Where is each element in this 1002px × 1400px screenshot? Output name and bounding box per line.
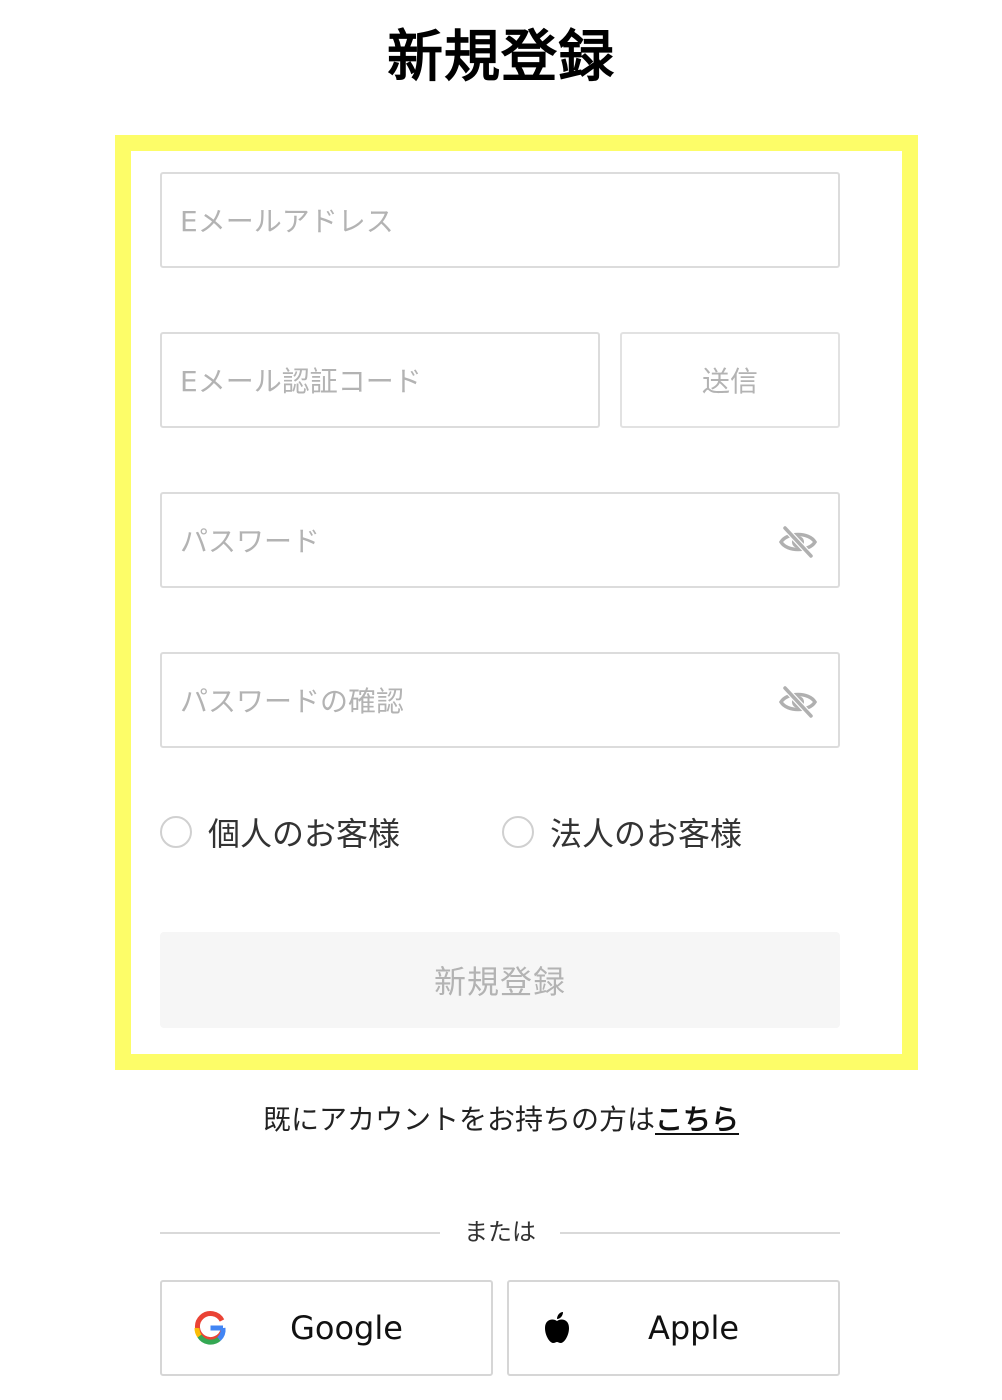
- login-link[interactable]: こちら: [655, 1103, 739, 1136]
- send-code-button[interactable]: 送信: [620, 332, 840, 428]
- eye-slash-icon[interactable]: [778, 682, 818, 722]
- login-prompt: 既にアカウントをお持ちの方はこちら: [0, 1098, 1002, 1142]
- password-confirm-input[interactable]: パスワードの確認: [160, 652, 840, 748]
- page-title: 新規登録: [387, 25, 615, 90]
- divider-label: または: [464, 1218, 536, 1246]
- verification-code-input[interactable]: Eメール認証コード: [160, 332, 600, 428]
- highlight-frame: [115, 135, 918, 1070]
- register-submit-button[interactable]: 新規登録: [160, 932, 840, 1028]
- radio-label-individual: 個人のお客様: [208, 815, 401, 853]
- password-placeholder: パスワード: [180, 525, 321, 558]
- apple-logo-icon: [545, 1312, 569, 1343]
- eye-slash-icon[interactable]: [778, 522, 818, 562]
- login-prompt-text: 既にアカウントをお持ちの方は: [262, 1103, 655, 1136]
- password-input[interactable]: パスワード: [160, 492, 840, 588]
- radio-circle[interactable]: [160, 816, 192, 848]
- radio-circle[interactable]: [502, 816, 534, 848]
- divider-right: [560, 1232, 840, 1234]
- apple-signin-button[interactable]: Apple: [507, 1280, 840, 1376]
- google-logo-icon: [194, 1311, 226, 1345]
- radio-label-corporate: 法人のお客様: [550, 815, 743, 853]
- radio-corporate-customer[interactable]: 法人のお客様: [502, 810, 742, 854]
- google-signin-button[interactable]: Google: [160, 1280, 493, 1376]
- email-input[interactable]: Eメールアドレス: [160, 172, 840, 268]
- email-placeholder: Eメールアドレス: [180, 205, 394, 238]
- password-confirm-placeholder: パスワードの確認: [180, 685, 405, 718]
- radio-individual-customer[interactable]: 個人のお客様: [160, 810, 400, 854]
- divider-left: [160, 1232, 440, 1234]
- verification-code-placeholder: Eメール認証コード: [180, 365, 422, 398]
